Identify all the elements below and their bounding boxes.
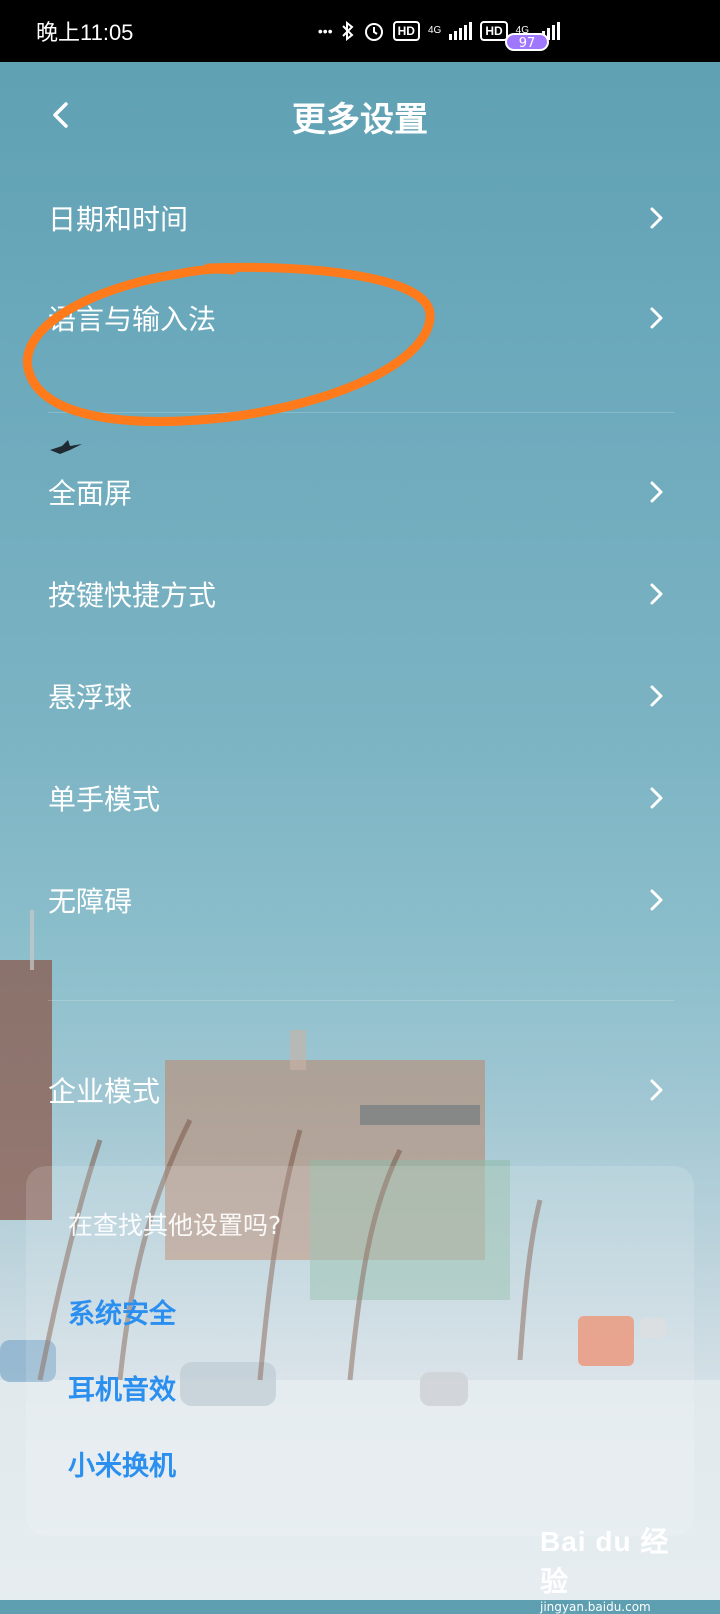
chevron-right-icon: [650, 583, 663, 605]
menu-item-language-input[interactable]: 语言与输入法: [0, 268, 720, 368]
alarm-icon: [364, 23, 383, 41]
suggestion-question: 在查找其他设置吗?: [68, 1211, 282, 1240]
hd-badge: HD: [392, 21, 420, 41]
section-divider: [48, 1000, 674, 1001]
signal-icon: [449, 22, 473, 40]
status-bar: 晚上11:05 ••• HD 4G HD 4G 97: [0, 0, 720, 62]
status-time: 晚上11:05: [36, 20, 134, 45]
baidu-watermark: Bai du 经验 jingyan.baidu.com: [540, 1520, 680, 1614]
chevron-right-icon: [650, 481, 663, 503]
chevron-right-icon: [650, 1079, 663, 1101]
chevron-right-icon: [650, 889, 663, 911]
menu-item-full-screen[interactable]: 全面屏: [0, 442, 720, 542]
page-title: 更多设置: [292, 100, 428, 140]
menu-item-floating-ball[interactable]: 悬浮球: [0, 646, 720, 746]
menu-item-one-hand-mode[interactable]: 单手模式: [0, 748, 720, 848]
battery-icon: 97: [505, 33, 549, 51]
watermark-url: jingyan.baidu.com: [540, 1600, 651, 1614]
chevron-right-icon: [650, 685, 663, 707]
link-mi-mover[interactable]: 小米换机: [68, 1444, 176, 1483]
menu-item-enterprise-mode[interactable]: 企业模式: [0, 1040, 720, 1140]
menu-item-label: 日期和时间: [48, 203, 189, 236]
menu-item-label: 企业模式: [48, 1075, 161, 1108]
link-system-security[interactable]: 系统安全: [68, 1292, 176, 1331]
chevron-right-icon: [650, 207, 663, 229]
suggestion-card: 在查找其他设置吗? 系统安全 耳机音效 小米换机: [26, 1166, 694, 1536]
menu-item-label: 按键快捷方式: [48, 579, 217, 612]
menu-item-label: 语言与输入法: [48, 303, 217, 336]
menu-item-label: 全面屏: [48, 477, 133, 510]
bluetooth-icon: [341, 21, 354, 41]
chevron-right-icon: [650, 307, 663, 329]
chevron-right-icon: [650, 787, 663, 809]
menu-item-button-shortcuts[interactable]: 按键快捷方式: [0, 544, 720, 644]
menu-item-label: 无障碍: [48, 885, 133, 918]
header: 更多设置: [0, 62, 720, 170]
section-divider: [48, 412, 674, 413]
hd-badge-2: HD: [480, 21, 508, 41]
menu-item-date-time[interactable]: 日期和时间: [0, 168, 720, 268]
menu-item-label: 单手模式: [48, 783, 161, 816]
network-type: 4G: [427, 25, 442, 36]
more-dots-icon: •••: [317, 23, 333, 39]
menu-item-label: 悬浮球: [48, 681, 133, 714]
link-headphone-sound[interactable]: 耳机音效: [68, 1368, 176, 1407]
watermark-logo: Bai du 经验: [540, 1526, 670, 1597]
menu-item-accessibility[interactable]: 无障碍: [0, 850, 720, 950]
